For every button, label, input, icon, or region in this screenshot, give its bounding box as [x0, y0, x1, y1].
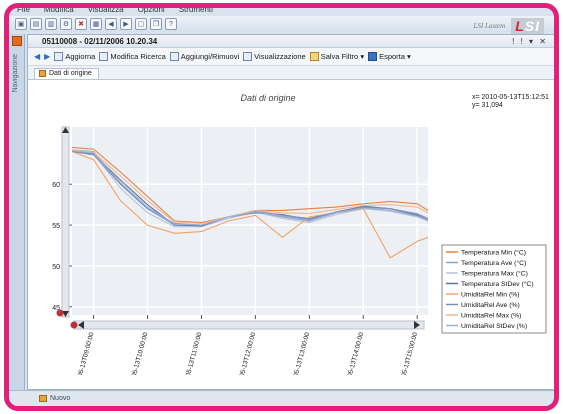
- cursor-y-readout: y= 31,094: [472, 102, 503, 109]
- document-window: 05110008 - 02/11/2006 10.20.34 ! ! ▾ ✕ ◀…: [27, 34, 554, 394]
- window-controls[interactable]: ! ! ▾ ✕: [512, 37, 548, 46]
- refresh-label: Aggiorna: [65, 52, 96, 61]
- legend-box: [441, 244, 547, 334]
- clear-icon[interactable]: ✖: [75, 18, 87, 30]
- refresh-icon: [54, 52, 64, 61]
- legend-label: Temperatura Min (°C): [461, 249, 526, 257]
- export-icon: [368, 52, 378, 61]
- tab-strip: Dati di origine: [28, 66, 554, 80]
- refresh-button[interactable]: Aggiorna: [54, 52, 95, 61]
- x-tick-label: 2010-05-13T10:00:00: [127, 331, 150, 375]
- navigation-panel[interactable]: Navigazione: [9, 34, 25, 394]
- tab-label: Dati di origine: [49, 70, 92, 77]
- save-filter-label: Salva Filtro ▾: [320, 52, 365, 61]
- x-tick-label: 2010-05-13T11:00:00: [181, 331, 204, 375]
- edit-search-label: Modifica Ricerca: [110, 52, 166, 61]
- brand-subtitle: LSI Lastem: [473, 22, 506, 30]
- zoom-reset-icon[interactable]: [56, 309, 64, 317]
- legend-label: Temperatura Ave (°C): [461, 259, 526, 267]
- app-window: File Modifica Visualizza Opzioni Strumen…: [4, 3, 559, 411]
- chart-title: Dati di origine: [240, 93, 295, 103]
- legend: Temperatura Min (°C) Temperatura Ave (°C)…: [441, 244, 547, 334]
- back-arrow-icon[interactable]: ◀: [34, 52, 40, 61]
- legend-label: Temperatura Max (°C): [461, 270, 528, 278]
- save-filter-icon: [309, 52, 319, 61]
- add-remove-button[interactable]: Aggiungi/Rimuovi: [169, 52, 240, 61]
- brand: LSI Lastem LSI: [473, 18, 544, 34]
- status-tab-nuovo[interactable]: Nuovo: [39, 395, 70, 402]
- view-button[interactable]: Visualizzazione: [243, 52, 306, 61]
- legend-label: UmiditaRel Ave (%): [461, 302, 520, 309]
- y-tick-label: 55: [52, 223, 60, 230]
- edit-search-button[interactable]: Modifica Ricerca: [99, 52, 166, 61]
- save-filter-button[interactable]: Salva Filtro ▾: [309, 52, 365, 61]
- x-tick-label: 2010-05-13T09:00:00: [73, 331, 96, 375]
- grid-icon[interactable]: ▦: [90, 18, 102, 30]
- save-as-icon[interactable]: ▥: [45, 18, 57, 30]
- x-tick-label: 2010-05-13T12:00:00: [234, 331, 257, 375]
- view-icon: [243, 52, 253, 61]
- save-icon[interactable]: ▤: [30, 18, 42, 30]
- navigation-label: Navigazione: [12, 54, 19, 93]
- view-label: Visualizzazione: [254, 52, 306, 61]
- export-label: Esporta ▾: [379, 52, 411, 61]
- window-icon[interactable]: ▢: [135, 18, 147, 30]
- navigation-icon: [12, 36, 22, 46]
- status-tab-label: Nuovo: [50, 395, 71, 402]
- open-icon[interactable]: ▣: [15, 18, 27, 30]
- settings-icon[interactable]: ⚙: [60, 18, 72, 30]
- help-icon[interactable]: ?: [165, 18, 177, 30]
- y-tick-label: 50: [52, 264, 60, 271]
- y-tick-label: 60: [52, 182, 60, 189]
- copy-icon[interactable]: ❐: [150, 18, 162, 30]
- document-toolbar: ◀ ▶ Aggiorna Modifica Ricerca Aggiungi/R…: [28, 48, 554, 66]
- zoom-reset-x-icon[interactable]: [70, 321, 78, 329]
- x-tick-label: 2010-05-13T15:00:00: [396, 331, 419, 375]
- prev-icon[interactable]: ◀: [105, 18, 117, 30]
- brand-logo: LSI: [511, 18, 544, 34]
- legend-label: UmiditaRel Max (%): [461, 313, 521, 320]
- export-button[interactable]: Esporta ▾: [368, 52, 411, 61]
- forward-arrow-icon[interactable]: ▶: [44, 52, 50, 61]
- plot-background: [72, 127, 428, 315]
- status-bar: Nuovo: [9, 390, 554, 406]
- legend-label: Temperatura StDev (°C): [461, 280, 534, 288]
- tab-icon: [39, 70, 46, 77]
- next-icon[interactable]: ▶: [120, 18, 132, 30]
- vertical-scrollbar[interactable]: [61, 126, 70, 318]
- edit-search-icon: [99, 52, 109, 61]
- legend-label: UmiditaRel StDev (%): [461, 323, 527, 330]
- x-tick-label: 2010-05-13T14:00:00: [342, 331, 365, 375]
- tab-dati-di-origine[interactable]: Dati di origine: [34, 68, 99, 79]
- x-tick-label: 2010-05-13T13:00:00: [288, 331, 311, 375]
- document-title: 05110008 - 02/11/2006 10.20.34: [28, 35, 554, 48]
- add-remove-icon: [169, 52, 179, 61]
- new-icon: [39, 395, 47, 402]
- legend-label: UmiditaRel Min (%): [461, 292, 520, 299]
- cursor-x-readout: x= 2010-05-13T15:12:51: [472, 94, 549, 101]
- main-toolbar: ▣ ▤ ▥ ⚙ ✖ ▦ ◀ ▶ ▢ ❐ ? LSI Lastem LSI: [9, 16, 554, 34]
- chart-area: 45 50 55 60 2010-05-13T09:00:00 2010-05-13T1…: [32, 85, 550, 394]
- chart-svg: 45505560 2010-05-13T09:00:00 2010-05-13T1…: [52, 93, 549, 394]
- horizontal-scrollbar[interactable]: [73, 320, 425, 330]
- add-remove-label: Aggiungi/Rimuovi: [180, 52, 240, 61]
